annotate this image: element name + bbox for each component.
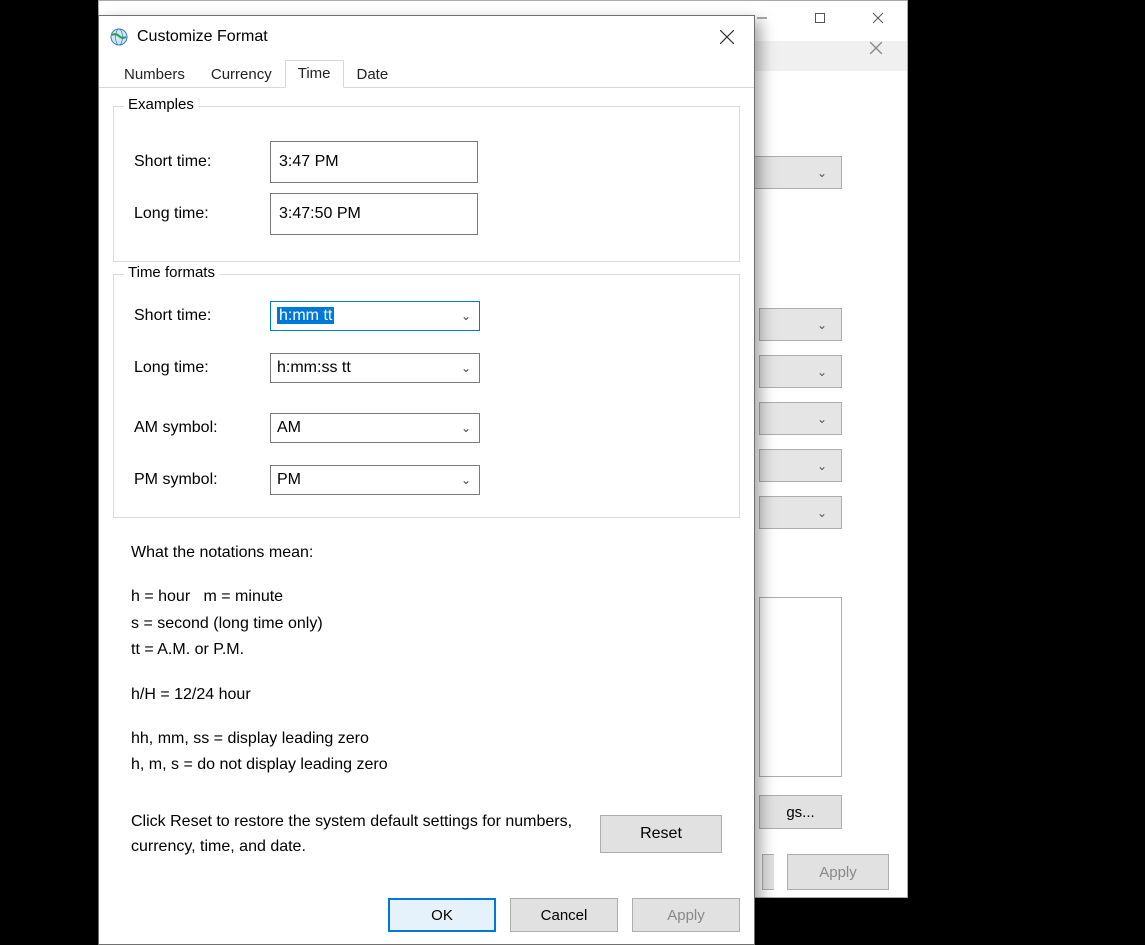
notation-line: tt = A.M. or P.M. bbox=[131, 637, 722, 663]
bg-apply-button-label: Apply bbox=[819, 864, 857, 881]
chevron-down-icon: ⌄ bbox=[817, 506, 827, 520]
bg-combo-5[interactable]: ⌄ bbox=[759, 449, 842, 482]
example-short-label: Short time: bbox=[130, 153, 270, 171]
notation-line: s = second (long time only) bbox=[131, 611, 722, 637]
parent-maximize-button[interactable] bbox=[791, 1, 849, 35]
example-long-value: 3:47:50 PM bbox=[270, 193, 478, 235]
ok-button[interactable]: OK bbox=[388, 898, 496, 932]
am-symbol-combo[interactable]: AM ⌄ bbox=[270, 413, 480, 443]
dialog-titlebar[interactable]: Customize Format bbox=[99, 16, 754, 58]
notation-line: hh, mm, ss = display leading zero bbox=[131, 726, 722, 752]
ok-button-label: OK bbox=[431, 907, 453, 924]
tab-time[interactable]: Time bbox=[285, 60, 344, 88]
tab-date[interactable]: Date bbox=[344, 61, 402, 88]
examples-legend: Examples bbox=[124, 96, 198, 113]
examples-group: Examples Short time: 3:47 PM Long time: … bbox=[113, 106, 740, 262]
tab-currency[interactable]: Currency bbox=[198, 61, 285, 88]
bg-combo-4[interactable]: ⌄ bbox=[759, 402, 842, 435]
am-symbol-label: AM symbol: bbox=[130, 419, 270, 437]
bg-combo-3[interactable]: ⌄ bbox=[759, 355, 842, 388]
parent-close-button[interactable] bbox=[849, 1, 907, 35]
pm-symbol-label: PM symbol: bbox=[130, 471, 270, 489]
tabstrip: Numbers Currency Time Date bbox=[99, 58, 754, 88]
bg-settings-button-label: gs... bbox=[786, 804, 814, 821]
reset-button-label: Reset bbox=[640, 825, 682, 843]
notation-help: What the notations mean: h = hour m = mi… bbox=[113, 530, 740, 779]
chevron-down-icon: ⌄ bbox=[817, 412, 827, 426]
long-time-value: h:mm:ss tt bbox=[277, 359, 455, 377]
chevron-down-icon: ⌄ bbox=[455, 309, 477, 323]
formats-group: Time formats Short time: h:mm tt ⌄ Long … bbox=[113, 274, 740, 518]
bg-settings-button[interactable]: gs... bbox=[759, 795, 842, 829]
cancel-button[interactable]: Cancel bbox=[510, 898, 618, 932]
dialog-close-button[interactable] bbox=[700, 16, 754, 58]
chevron-down-icon: ⌄ bbox=[817, 318, 827, 332]
formats-legend: Time formats bbox=[124, 264, 219, 281]
dialog-title: Customize Format bbox=[137, 28, 268, 46]
reset-button[interactable]: Reset bbox=[600, 815, 722, 853]
time-tab-pane: Examples Short time: 3:47 PM Long time: … bbox=[99, 88, 754, 860]
bg-listbox[interactable] bbox=[759, 597, 842, 777]
pm-symbol-combo[interactable]: PM ⌄ bbox=[270, 465, 480, 495]
notation-line: h = hour m = minute bbox=[131, 584, 722, 610]
cancel-button-label: Cancel bbox=[541, 907, 588, 924]
am-symbol-value: AM bbox=[277, 419, 455, 437]
chevron-down-icon: ⌄ bbox=[817, 365, 827, 379]
bg-combo-6[interactable]: ⌄ bbox=[759, 496, 842, 529]
example-short-value: 3:47 PM bbox=[270, 141, 478, 183]
tab-numbers[interactable]: Numbers bbox=[111, 61, 198, 88]
chevron-down-icon: ⌄ bbox=[817, 459, 827, 473]
chevron-down-icon: ⌄ bbox=[817, 166, 827, 180]
long-time-label: Long time: bbox=[130, 359, 270, 377]
notation-line: h, m, s = do not display leading zero bbox=[131, 752, 722, 778]
example-long-label: Long time: bbox=[130, 205, 270, 223]
short-time-value: h:mm tt bbox=[277, 307, 334, 324]
notation-line: h/H = 12/24 hour bbox=[131, 682, 722, 708]
bg-ok-fragment[interactable] bbox=[762, 854, 774, 890]
apply-button[interactable]: Apply bbox=[632, 898, 740, 932]
short-time-combo[interactable]: h:mm tt ⌄ bbox=[270, 301, 480, 331]
globe-icon bbox=[109, 27, 129, 47]
parent-dialog-close-button[interactable] bbox=[859, 31, 893, 65]
short-time-label: Short time: bbox=[130, 307, 270, 325]
apply-button-label: Apply bbox=[667, 907, 705, 924]
reset-message: Click Reset to restore the system defaul… bbox=[131, 809, 600, 860]
notation-heading: What the notations mean: bbox=[131, 540, 722, 566]
chevron-down-icon: ⌄ bbox=[455, 421, 477, 435]
chevron-down-icon: ⌄ bbox=[455, 473, 477, 487]
long-time-combo[interactable]: h:mm:ss tt ⌄ bbox=[270, 353, 480, 383]
bg-apply-button[interactable]: Apply bbox=[787, 854, 889, 890]
chevron-down-icon: ⌄ bbox=[455, 361, 477, 375]
pm-symbol-value: PM bbox=[277, 471, 455, 489]
bg-combo-2[interactable]: ⌄ bbox=[759, 308, 842, 341]
customize-format-dialog: Customize Format Numbers Currency Time D… bbox=[98, 15, 755, 945]
dialog-footer: OK Cancel Apply bbox=[99, 896, 754, 944]
